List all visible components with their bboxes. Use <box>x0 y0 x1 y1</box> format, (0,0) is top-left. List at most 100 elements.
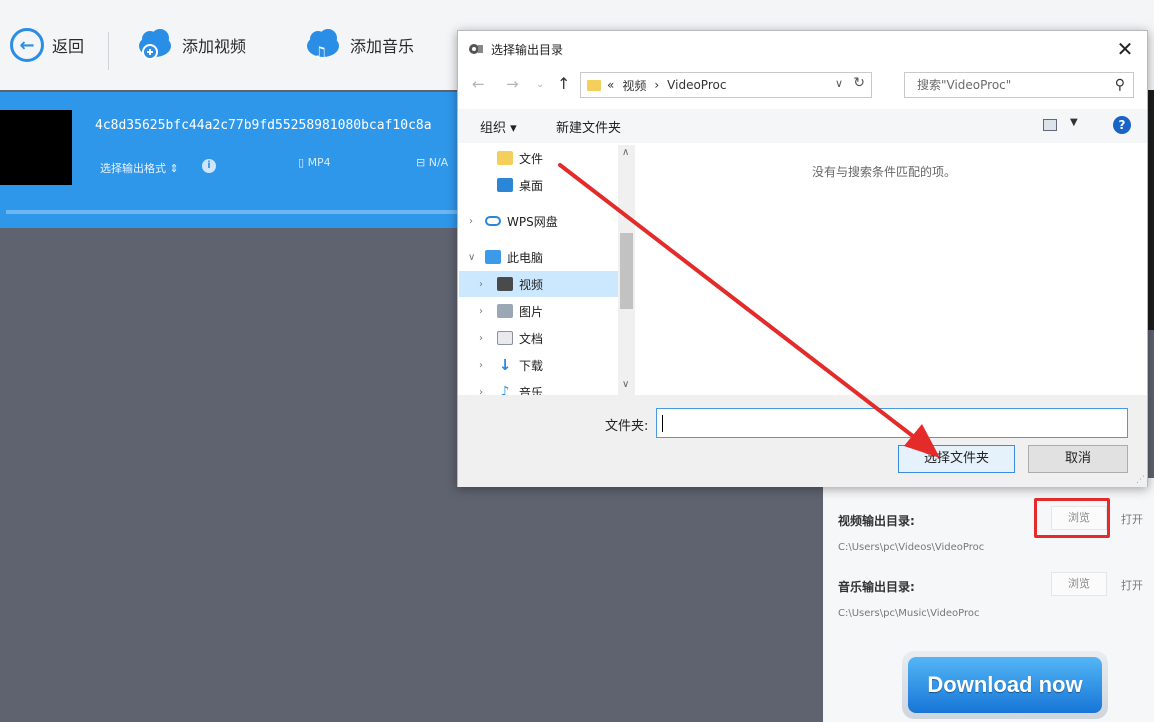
collapse-chevron-icon[interactable]: ∨ <box>468 252 475 263</box>
music-browse-button[interactable]: 浏览 <box>1051 572 1107 596</box>
nav-item-label: 此电脑 <box>507 250 544 265</box>
expand-chevron-icon[interactable]: › <box>469 216 473 227</box>
music-icon: ♪ <box>500 384 510 395</box>
add-music-label: 添加音乐 <box>350 37 415 56</box>
expand-chevron-icon[interactable]: › <box>479 279 483 290</box>
back-label: 返回 <box>52 37 85 56</box>
close-icon[interactable]: ✕ <box>1111 35 1139 63</box>
add-music-button[interactable]: ♫ 添加音乐 <box>304 0 414 90</box>
back-button[interactable]: ← 返回 <box>10 0 84 90</box>
refresh-icon[interactable]: ↻ <box>853 75 865 91</box>
nav-item-videos[interactable]: › 视频 <box>459 271 635 297</box>
nav-item-this-pc[interactable]: ∨ 此电脑 <box>459 244 635 270</box>
scroll-down-icon[interactable]: ∨ <box>622 379 629 390</box>
search-icon[interactable]: ⚲ <box>1115 73 1125 97</box>
app-icon <box>469 44 483 54</box>
cloud-add-video-icon <box>139 29 171 60</box>
scroll-up-icon[interactable]: ∧ <box>622 147 629 158</box>
file-list-pane[interactable]: 没有与搜索条件匹配的项。 <box>636 145 1147 395</box>
nav-item-pictures[interactable]: › 图片 <box>459 298 635 324</box>
add-video-button[interactable]: 添加视频 <box>136 0 246 90</box>
computer-icon <box>485 250 501 264</box>
expand-chevron-icon[interactable]: › <box>479 360 483 371</box>
svg-text:♫: ♫ <box>313 43 327 62</box>
download-now-button[interactable]: Download now <box>902 651 1108 719</box>
breadcrumb-videos[interactable]: 视频 <box>622 77 646 94</box>
nav-item-label: 下载 <box>519 358 544 373</box>
nav-item-wps-cloud[interactable]: › WPS网盘 <box>459 208 635 234</box>
folder-icon <box>587 79 601 91</box>
video-output-dir-label: 视频输出目录: <box>838 514 915 528</box>
pictures-icon <box>497 304 513 318</box>
browse-highlight-box <box>1034 498 1110 538</box>
address-row: ← → ⌄ ↑ « 视频 › VideoProc ∨ ↻ 搜索"VideoPro… <box>458 69 1147 103</box>
select-output-dir-dialog: 选择输出目录 ✕ ← → ⌄ ↑ « 视频 › VideoProc ∨ ↻ 搜索… <box>457 30 1148 487</box>
download-icon: ↓ <box>498 356 512 374</box>
output-format-label[interactable]: 选择输出格式 ⇕ <box>100 160 179 176</box>
nav-item-label: 视频 <box>519 277 544 292</box>
dialog-titlebar[interactable]: 选择输出目录 ✕ <box>458 31 1147 67</box>
nav-item-label: 文档 <box>519 331 544 346</box>
breadcrumb-separator: › <box>654 78 660 92</box>
toolbar-divider <box>108 32 109 70</box>
folder-field-label: 文件夹: <box>605 419 649 434</box>
view-options-icon[interactable] <box>1043 119 1057 131</box>
nav-item-files[interactable]: 文件 <box>459 145 635 171</box>
breadcrumb-videoproc[interactable]: VideoProc <box>667 78 726 92</box>
view-dropdown-icon[interactable]: ▼ <box>1070 117 1078 128</box>
file-name: 4c8d35625bfc44a2c77b9fd55258981080bcaf10… <box>95 118 432 133</box>
expand-chevron-icon[interactable]: › <box>479 333 483 344</box>
video-open-button[interactable]: 打开 <box>1121 511 1143 527</box>
breadcrumb-overflow[interactable]: « <box>607 78 614 92</box>
nav-item-label: 桌面 <box>519 178 544 193</box>
organize-menu[interactable]: 组织 ▾ <box>480 117 517 136</box>
search-input[interactable]: 搜索"VideoProc" ⚲ <box>904 72 1134 98</box>
format-value: ▯ MP4 <box>298 156 331 169</box>
address-bar[interactable]: « 视频 › VideoProc ∨ ↻ <box>580 72 872 98</box>
cancel-button[interactable]: 取消 <box>1028 445 1128 473</box>
video-folder-icon <box>497 277 513 291</box>
back-nav-icon[interactable]: ← <box>472 75 485 93</box>
nav-item-music[interactable]: › ♪ 音乐 <box>459 379 635 395</box>
nav-item-downloads[interactable]: › ↓ 下载 <box>459 352 635 378</box>
video-output-path: C:\Users\pc\Videos\VideoProc <box>838 542 985 553</box>
folder-icon <box>497 151 513 165</box>
nav-item-label: 图片 <box>519 304 544 319</box>
resolution-value: ⊟ N/A <box>416 156 449 169</box>
up-arrow-icon[interactable]: ↑ <box>557 74 570 93</box>
cloud-add-music-icon: ♫ <box>307 29 339 62</box>
nav-scrollbar[interactable]: ∧ ∨ <box>618 145 635 395</box>
empty-results-message: 没有与搜索条件匹配的项。 <box>812 165 957 179</box>
dialog-footer: 文件夹: 选择文件夹 取消 ⋰ <box>458 395 1147 487</box>
cloud-icon <box>485 216 501 226</box>
navigation-pane: 文件 桌面 › WPS网盘 ∨ 此电脑 › 视频 › 图片 › 文档 › ↓ 下… <box>459 145 635 395</box>
folder-name-input[interactable] <box>656 408 1128 438</box>
info-icon[interactable]: i <box>202 159 216 173</box>
add-video-label: 添加视频 <box>182 37 247 56</box>
chevron-down-icon[interactable]: ∨ <box>835 77 843 90</box>
nav-item-label: 音乐 <box>519 385 544 396</box>
dialog-title: 选择输出目录 <box>491 43 564 57</box>
desktop-icon <box>497 178 513 192</box>
forward-nav-icon[interactable]: → <box>506 75 519 93</box>
scrollbar-thumb[interactable] <box>620 233 633 309</box>
nav-item-label: 文件 <box>519 151 544 166</box>
nav-item-documents[interactable]: › 文档 <box>459 325 635 351</box>
video-thumbnail <box>0 110 72 185</box>
new-folder-button[interactable]: 新建文件夹 <box>556 117 621 136</box>
music-output-dir-label: 音乐输出目录: <box>838 580 915 594</box>
resize-grip-icon[interactable]: ⋰ <box>1136 475 1145 485</box>
select-folder-button[interactable]: 选择文件夹 <box>898 445 1015 473</box>
expand-chevron-icon[interactable]: › <box>479 306 483 317</box>
nav-item-desktop[interactable]: 桌面 <box>459 172 635 198</box>
expand-chevron-icon[interactable]: › <box>479 387 483 396</box>
text-caret <box>662 415 663 432</box>
documents-icon <box>497 331 513 345</box>
music-output-path: C:\Users\pc\Music\VideoProc <box>838 608 980 619</box>
command-bar: 组织 ▾ 新建文件夹 ▼ ? <box>458 109 1147 143</box>
nav-item-label: WPS网盘 <box>507 214 558 229</box>
search-placeholder: 搜索"VideoProc" <box>917 78 1012 92</box>
help-icon[interactable]: ? <box>1113 116 1131 134</box>
music-open-button[interactable]: 打开 <box>1121 577 1143 593</box>
recent-dropdown-icon[interactable]: ⌄ <box>536 79 544 90</box>
